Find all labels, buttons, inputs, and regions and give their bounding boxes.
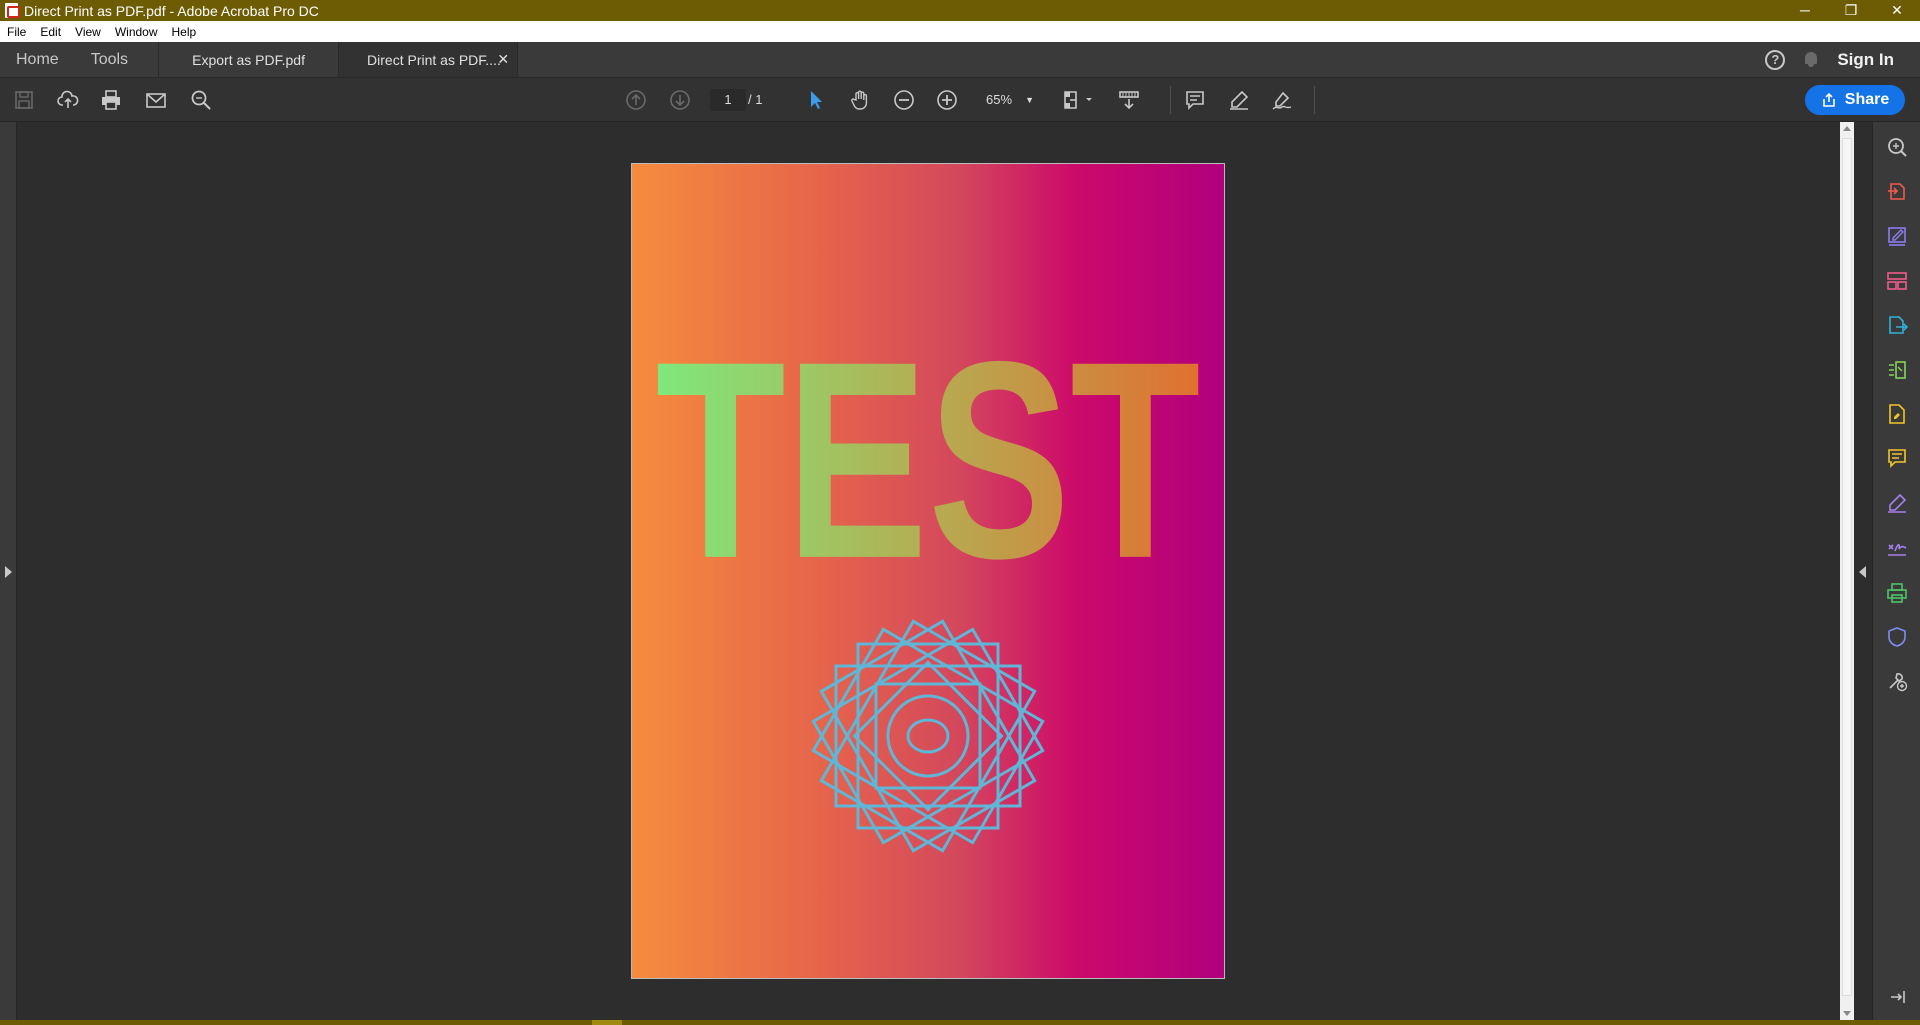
signature-icon[interactable] bbox=[1886, 537, 1908, 559]
search-icon[interactable] bbox=[190, 89, 212, 111]
notifications-icon[interactable] bbox=[1803, 51, 1819, 68]
export-icon[interactable] bbox=[1886, 314, 1908, 336]
tab-bar: Home Tools Export as PDF.pdf Direct Prin… bbox=[0, 42, 1920, 78]
page-up-icon[interactable] bbox=[625, 89, 647, 111]
tab-label: Direct Print as PDF.... bbox=[367, 51, 501, 68]
comment-icon[interactable] bbox=[1184, 89, 1206, 111]
toolbar: 1 / 1 65% ▼ bbox=[0, 78, 1920, 122]
expand-left-panel-icon[interactable] bbox=[5, 566, 12, 578]
pen-icon[interactable] bbox=[1886, 492, 1908, 514]
fill-sign-icon[interactable] bbox=[1886, 403, 1908, 425]
vertical-scrollbar[interactable] bbox=[1840, 122, 1854, 1020]
tab-export-as-pdf[interactable]: Export as PDF.pdf bbox=[158, 42, 338, 77]
share-icon bbox=[1822, 92, 1835, 107]
restore-button[interactable]: ❐ bbox=[1828, 0, 1874, 21]
help-icon[interactable]: ? bbox=[1765, 49, 1786, 70]
edit-pdf-icon[interactable] bbox=[1886, 225, 1908, 247]
window-title: Direct Print as PDF.pdf - Adobe Acrobat … bbox=[24, 2, 319, 19]
chevron-down-icon: ▼ bbox=[1025, 95, 1034, 105]
menu-edit[interactable]: Edit bbox=[33, 25, 68, 39]
status-bar bbox=[0, 1020, 1920, 1025]
zoom-value: 65% bbox=[986, 92, 1013, 107]
zoom-in-icon[interactable] bbox=[936, 89, 958, 111]
scroll-mode-icon[interactable] bbox=[1118, 89, 1140, 111]
scroll-down-icon[interactable] bbox=[1843, 1011, 1851, 1016]
pdf-page: TEST bbox=[632, 164, 1224, 978]
protect-icon[interactable] bbox=[1886, 626, 1908, 648]
share-label: Share bbox=[1844, 91, 1890, 108]
zoom-level-select[interactable]: 65% ▼ bbox=[978, 89, 1040, 111]
close-window-button[interactable]: ✕ bbox=[1874, 0, 1920, 21]
window-controls: ─ ❐ ✕ bbox=[1782, 0, 1920, 21]
sign-icon[interactable] bbox=[1271, 89, 1293, 111]
zoom-out-icon[interactable] bbox=[893, 89, 915, 111]
title-bar: Direct Print as PDF.pdf - Adobe Acrobat … bbox=[0, 0, 1920, 21]
tab-tools[interactable]: Tools bbox=[75, 42, 158, 77]
page-number-input[interactable]: 1 bbox=[710, 89, 746, 111]
share-button[interactable]: Share bbox=[1805, 85, 1905, 115]
save-icon[interactable] bbox=[13, 89, 35, 111]
export-pdf-icon[interactable] bbox=[1886, 180, 1908, 202]
collapse-right-panel-icon[interactable] bbox=[1859, 566, 1866, 578]
mandala-graphic bbox=[811, 619, 1045, 853]
left-panel-toggle[interactable] bbox=[0, 122, 17, 1020]
print-icon[interactable] bbox=[100, 89, 122, 111]
document-workspace: TEST bbox=[0, 122, 1920, 1020]
heading-text: TEST bbox=[656, 304, 1201, 617]
page-artwork: TEST bbox=[656, 304, 1201, 853]
select-cursor-icon[interactable] bbox=[805, 89, 827, 111]
acrobat-app-icon bbox=[5, 3, 20, 18]
close-tab-icon[interactable]: ✕ bbox=[497, 51, 509, 68]
page-down-icon[interactable] bbox=[669, 89, 691, 111]
organize-pages-icon[interactable] bbox=[1886, 270, 1908, 292]
highlight-icon[interactable] bbox=[1228, 89, 1250, 111]
tools-pane bbox=[1872, 122, 1920, 1020]
fit-page-icon[interactable] bbox=[1062, 89, 1096, 111]
enhance-scan-icon[interactable] bbox=[1886, 136, 1908, 158]
more-tools-icon[interactable] bbox=[1886, 670, 1908, 692]
email-icon[interactable] bbox=[145, 89, 167, 111]
sign-in-button[interactable]: Sign In bbox=[1837, 50, 1894, 70]
comment-tool-icon[interactable] bbox=[1886, 447, 1908, 469]
minimize-button[interactable]: ─ bbox=[1782, 0, 1828, 21]
page-total: / 1 bbox=[748, 92, 763, 107]
tab-direct-print-as-pdf[interactable]: Direct Print as PDF.... ✕ bbox=[338, 42, 519, 77]
menu-help[interactable]: Help bbox=[165, 25, 204, 39]
acrobat-window: Direct Print as PDF.pdf - Adobe Acrobat … bbox=[0, 0, 1920, 1025]
compress-icon[interactable] bbox=[1886, 359, 1908, 381]
menu-window[interactable]: Window bbox=[108, 25, 165, 39]
menu-view[interactable]: View bbox=[68, 25, 108, 39]
cloud-upload-icon[interactable] bbox=[57, 89, 79, 111]
scroll-up-icon[interactable] bbox=[1843, 126, 1851, 131]
tool-pane-toggle[interactable] bbox=[1854, 122, 1872, 1020]
scroll-thumb[interactable] bbox=[1842, 138, 1852, 996]
print-production-icon[interactable] bbox=[1886, 582, 1908, 604]
collapse-pane-icon[interactable] bbox=[1886, 986, 1908, 1008]
tab-label: Export as PDF.pdf bbox=[192, 51, 305, 68]
tab-home[interactable]: Home bbox=[0, 42, 75, 77]
hand-icon[interactable] bbox=[849, 89, 871, 111]
menu-bar: File Edit View Window Help bbox=[0, 21, 1920, 42]
menu-file[interactable]: File bbox=[0, 25, 33, 39]
